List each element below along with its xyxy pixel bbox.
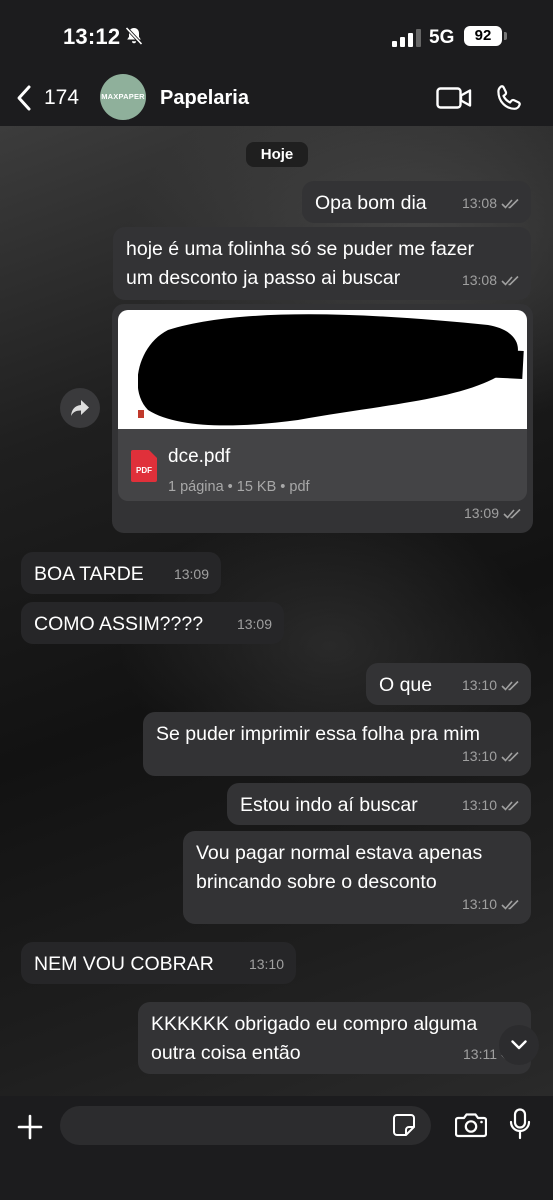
message-line: um desconto ja passo ai buscar (126, 267, 401, 289)
message-text: COMO ASSIM???? (34, 613, 204, 635)
message-time: 13:10 (461, 896, 497, 912)
chevron-down-icon (511, 1040, 527, 1050)
message-text: hoje é uma folinha só se puder me fazer … (126, 235, 474, 293)
double-check-icon (501, 198, 519, 209)
message-bubble-outgoing[interactable]: hoje é uma folinha só se puder me fazer … (113, 227, 531, 300)
file-meta: 1 página • 15 KB • pdf (168, 479, 310, 495)
day-separator: Hoje (246, 142, 308, 167)
video-call-icon[interactable] (436, 85, 472, 111)
chat-messages[interactable]: Hoje Opa bom dia 13:08 hoje é uma folinh… (0, 126, 553, 1096)
microphone-icon[interactable] (509, 1108, 531, 1140)
message-time: 13:10 (461, 677, 497, 693)
message-composer (0, 1096, 553, 1200)
share-forward-icon (71, 400, 89, 416)
back-unread-count[interactable]: 174 (44, 86, 79, 110)
network-type: 5G (429, 27, 455, 48)
message-bubble-incoming[interactable]: BOA TARDE 13:09 (21, 552, 221, 594)
message-time: 13:11 (463, 1046, 497, 1062)
message-text: Se puder imprimir essa folha pra mim (156, 723, 481, 745)
svg-text:PDF: PDF (136, 466, 152, 475)
message-time: 13:08 (461, 272, 497, 288)
message-bubble-outgoing[interactable]: KKKKKK obrigado eu compro alguma outra c… (138, 1002, 531, 1074)
message-time: 13:09 (463, 505, 499, 521)
sticker-icon[interactable] (392, 1113, 416, 1137)
message-bubble-outgoing[interactable]: Opa bom dia 13:08 (302, 181, 531, 223)
message-text: Vou pagar normal estava apenas brincando… (196, 839, 482, 897)
message-text: Opa bom dia (315, 192, 427, 214)
message-bubble-incoming[interactable]: COMO ASSIM???? 13:09 (21, 602, 284, 644)
message-time: 13:10 (248, 956, 284, 972)
file-name: dce.pdf (168, 446, 231, 467)
plus-icon[interactable] (17, 1114, 43, 1140)
message-bubble-outgoing[interactable]: O que 13:10 (366, 663, 531, 705)
message-line: outra coisa então (151, 1042, 301, 1064)
message-line: hoje é uma folinha só se puder me fazer (126, 238, 474, 260)
message-input[interactable] (60, 1106, 431, 1145)
file-preview (118, 310, 527, 429)
message-text: KKKKKK obrigado eu compro alguma outra c… (151, 1010, 477, 1068)
message-bubble-incoming[interactable]: NEM VOU COBRAR 13:10 (21, 942, 296, 984)
signal-icon (392, 29, 421, 47)
scroll-to-bottom-button[interactable] (499, 1025, 539, 1065)
message-text: BOA TARDE (34, 563, 144, 585)
status-time: 13:12 (63, 24, 121, 49)
message-time: 13:10 (461, 797, 497, 813)
chat-header: 174 MAXPAPER Papelaria (0, 70, 553, 126)
double-check-icon (501, 800, 519, 811)
share-forward-button[interactable] (60, 388, 100, 428)
double-check-icon (501, 751, 519, 762)
redaction-scribble (128, 310, 524, 429)
battery-indicator: 92 (464, 26, 502, 46)
back-chevron-icon[interactable] (15, 84, 33, 112)
message-time: 13:09 (236, 616, 272, 632)
contact-name[interactable]: Papelaria (160, 87, 249, 110)
bell-slash-icon (125, 26, 143, 46)
message-bubble-outgoing[interactable]: Vou pagar normal estava apenas brincando… (183, 831, 531, 924)
pdf-file-icon: PDF (131, 450, 157, 482)
message-line: brincando sobre o desconto (196, 871, 437, 893)
message-line: Vou pagar normal estava apenas (196, 842, 483, 864)
message-bubble-file[interactable]: PDF dce.pdf 1 página • 15 KB • pdf 13:09 (112, 304, 533, 533)
message-bubble-outgoing[interactable]: Estou indo aí buscar 13:10 (227, 783, 531, 825)
status-bar: 13:12 5G 92 (0, 0, 553, 70)
double-check-icon (501, 275, 519, 286)
file-attachment[interactable]: PDF dce.pdf 1 página • 15 KB • pdf (118, 310, 527, 501)
message-text: Estou indo aí buscar (240, 794, 418, 816)
avatar[interactable]: MAXPAPER (100, 74, 146, 120)
message-line: KKKKKK obrigado eu compro alguma (151, 1013, 478, 1035)
message-text: O que (379, 674, 433, 696)
phone-icon[interactable] (494, 83, 524, 113)
message-bubble-outgoing[interactable]: Se puder imprimir essa folha pra mim 13:… (143, 712, 531, 776)
message-time: 13:10 (461, 748, 497, 764)
double-check-icon (501, 680, 519, 691)
camera-icon[interactable] (455, 1112, 487, 1138)
message-time: 13:09 (173, 566, 209, 582)
double-check-icon (503, 508, 521, 519)
battery-cap (504, 32, 507, 40)
double-check-icon (501, 899, 519, 910)
message-text: NEM VOU COBRAR (34, 953, 214, 975)
message-time: 13:08 (461, 195, 497, 211)
